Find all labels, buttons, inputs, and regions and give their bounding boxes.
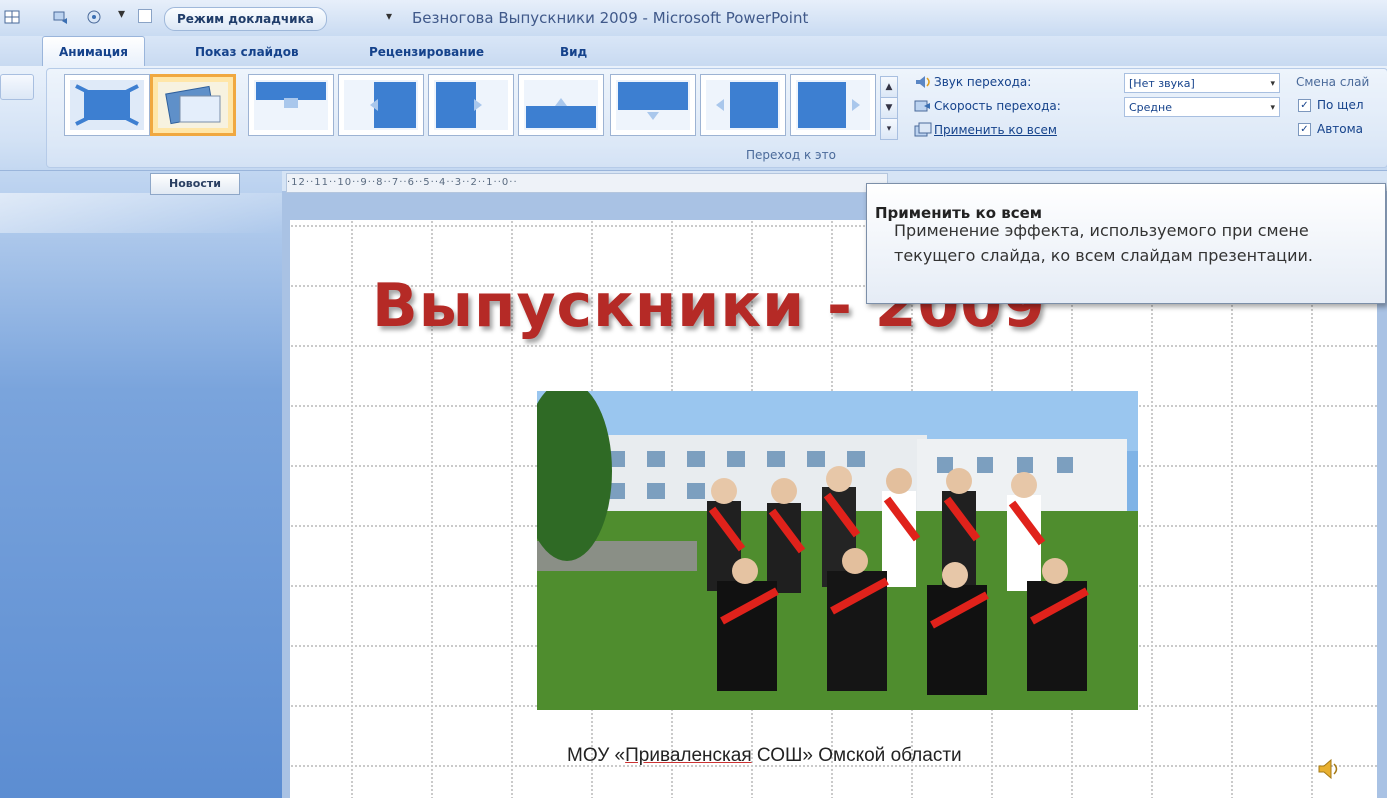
tooltip-body: Применение эффекта, используемого при см… xyxy=(894,221,1313,265)
transition-thumb-1[interactable] xyxy=(64,74,150,136)
auto-checkbox[interactable]: ✓ Автома xyxy=(1298,122,1363,136)
sound-label: Звук перехода: xyxy=(934,75,1032,89)
sound-value: [Нет звука] xyxy=(1129,77,1195,90)
auto-label: Автома xyxy=(1317,122,1364,136)
caption-school-name: Приваленская xyxy=(625,745,752,766)
apply-all-tooltip: Применить ко всем Применение эффекта, ис… xyxy=(866,183,1386,304)
transition-icon[interactable] xyxy=(52,9,70,25)
slides-panel[interactable] xyxy=(0,171,282,798)
horizontal-ruler[interactable]: ·12··11··10··9··8··7··6··5··4··3··2··1··… xyxy=(286,173,888,193)
preview-button[interactable] xyxy=(0,74,34,100)
grid-icon[interactable] xyxy=(4,9,22,25)
transition-thumb-2-selected[interactable] xyxy=(150,74,236,136)
title-bar: ▾ Режим докладчика ▾ Безногова Выпускник… xyxy=(0,0,1387,37)
speed-select[interactable]: Средне ▾ xyxy=(1124,97,1280,117)
chevron-down-icon: ▾ xyxy=(1270,79,1275,89)
tab-review[interactable]: Рецензирование xyxy=(369,45,484,59)
sound-icon xyxy=(916,76,930,88)
speed-label: Скорость перехода: xyxy=(934,99,1061,113)
checkmark-icon: ✓ xyxy=(1298,99,1311,112)
photo-image xyxy=(537,391,1138,710)
slide-caption[interactable]: МОУ «Приваленская СОШ» Омской области xyxy=(567,745,962,767)
window-title: Безногова Выпускники 2009 - Microsoft Po… xyxy=(412,9,809,27)
gallery-up-button[interactable]: ▲ xyxy=(880,76,898,98)
checkmark-icon: ✓ xyxy=(1298,123,1311,136)
customize-qat-icon[interactable]: ▾ xyxy=(386,9,392,23)
on-click-label: По щел xyxy=(1317,98,1364,112)
transition-thumb-3[interactable] xyxy=(248,74,334,136)
slideshow-icon[interactable] xyxy=(86,9,104,25)
transition-thumb-7[interactable] xyxy=(610,74,696,136)
transition-thumb-8[interactable] xyxy=(700,74,786,136)
speed-icon xyxy=(914,100,930,112)
apply-all-icon xyxy=(914,122,932,137)
tab-view[interactable]: Вид xyxy=(560,45,587,59)
ribbon-tabs: Анимация Показ слайдов Рецензирование Ви… xyxy=(0,36,1387,67)
apply-all-button[interactable]: Применить ко всем xyxy=(934,123,1057,137)
on-click-checkbox[interactable]: ✓ По щел xyxy=(1298,98,1364,112)
speaker-icon[interactable] xyxy=(1316,758,1342,780)
dropdown-icon[interactable]: ▾ xyxy=(118,6,136,22)
transition-thumb-6[interactable] xyxy=(518,74,604,136)
tab-animation[interactable]: Анимация xyxy=(42,36,145,67)
gallery-down-button[interactable]: ▼ xyxy=(880,97,898,119)
advance-slide-label: Смена слай xyxy=(1296,75,1370,89)
chevron-down-icon: ▾ xyxy=(1270,103,1275,113)
sound-select[interactable]: [Нет звука] ▾ xyxy=(1124,73,1280,93)
caption-prefix: МОУ « xyxy=(567,745,626,766)
transition-thumb-9[interactable] xyxy=(790,74,876,136)
transition-group-label: Переход к это xyxy=(746,148,836,162)
gallery-more-button[interactable]: ▾ xyxy=(880,118,898,140)
caption-suffix: СОШ» Омской области xyxy=(751,745,962,766)
class-photo[interactable] xyxy=(537,391,1138,710)
checkbox-icon[interactable] xyxy=(138,9,152,23)
transition-thumb-5[interactable] xyxy=(428,74,514,136)
transition-thumb-4[interactable] xyxy=(338,74,424,136)
tab-slideshow[interactable]: Показ слайдов xyxy=(195,45,299,59)
news-button[interactable]: Новости xyxy=(150,173,240,195)
presenter-mode-button[interactable]: Режим докладчика xyxy=(164,7,327,31)
speed-value: Средне xyxy=(1129,101,1172,114)
panel-highlight xyxy=(0,193,282,233)
